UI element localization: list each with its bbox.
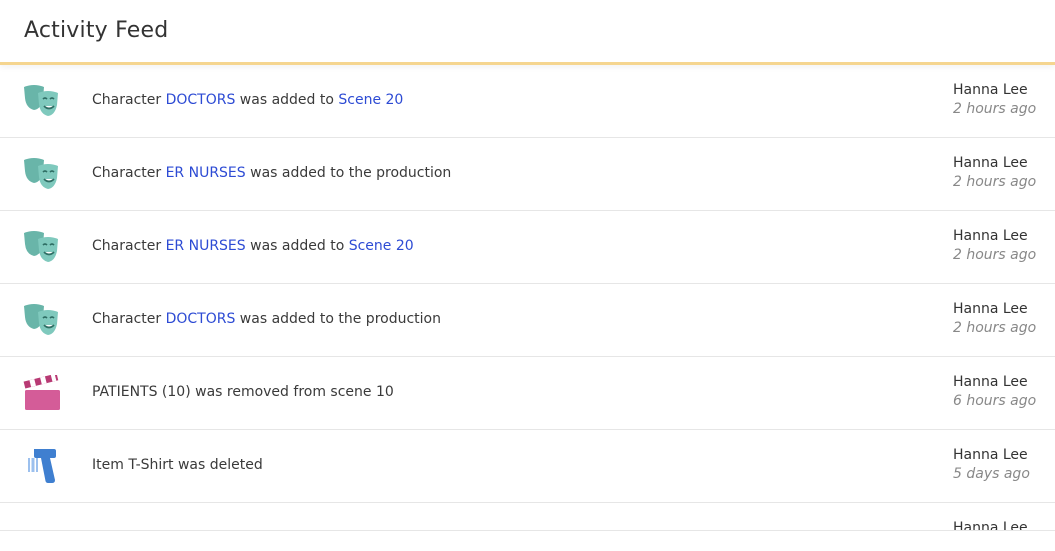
activity-timestamp: 2 hours ago xyxy=(953,101,1037,117)
activity-meta: Hanna Lee 2 hours ago xyxy=(953,155,1036,190)
activity-text: Character xyxy=(92,311,166,327)
activity-link[interactable]: Scene 20 xyxy=(349,238,414,254)
activity-link[interactable]: ER NURSES xyxy=(166,238,246,254)
activity-row: Character DOCTORS was added to Scene 20 H… xyxy=(0,65,1055,138)
activity-timestamp: 2 hours ago xyxy=(953,247,1037,263)
activity-text: Character xyxy=(92,92,166,108)
activity-timestamp: 6 hours ago xyxy=(953,393,1037,409)
activity-meta: Hanna Lee 5 days ago xyxy=(953,447,1030,482)
activity-text: PATIENTS (10) was removed from scene 10 xyxy=(92,384,394,400)
activity-text: was added to xyxy=(245,238,349,254)
activity-link[interactable]: DOCTORS xyxy=(166,92,236,108)
activity-message: Character ER NURSES was added to Scene 2… xyxy=(92,238,414,254)
activity-row: PATIENTS (10) was removed from scene 10 H… xyxy=(0,357,1055,430)
activity-row: Item T-Shirt was deleted Hanna Lee 5 days … xyxy=(0,430,1055,503)
activity-row: Character ER NURSES was added to the pro… xyxy=(0,138,1055,211)
theater-masks-icon xyxy=(22,83,62,119)
activity-text: was added to the production xyxy=(235,311,441,327)
activity-row: Hanna Lee xyxy=(0,503,1055,530)
page-title: Activity Feed xyxy=(24,18,169,43)
theater-masks-icon xyxy=(22,156,62,192)
activity-message: Character ER NURSES was added to the pro… xyxy=(92,165,451,181)
theater-masks-icon xyxy=(22,229,62,265)
activity-text: was added to the production xyxy=(245,165,452,181)
activity-message: Character DOCTORS was added to Scene 20 xyxy=(92,92,403,108)
activity-user: Hanna Lee xyxy=(953,520,1028,530)
activity-timestamp: 2 hours ago xyxy=(953,174,1037,190)
activity-user: Hanna Lee xyxy=(953,82,1028,98)
bottom-edge xyxy=(0,530,1055,551)
theater-masks-icon xyxy=(22,302,62,338)
activity-user: Hanna Lee xyxy=(953,228,1028,244)
activity-meta: Hanna Lee 6 hours ago xyxy=(953,374,1036,409)
activity-feed-header: Activity Feed xyxy=(0,0,1055,65)
activity-row: Character DOCTORS was added to the produ… xyxy=(0,284,1055,357)
activity-link[interactable]: DOCTORS xyxy=(166,311,236,327)
activity-user: Hanna Lee xyxy=(953,447,1028,463)
activity-user: Hanna Lee xyxy=(953,301,1028,317)
activity-meta: Hanna Lee 2 hours ago xyxy=(953,82,1036,117)
activity-message: Character DOCTORS was added to the produ… xyxy=(92,311,441,327)
clapperboard-icon xyxy=(22,373,62,411)
activity-meta: Hanna Lee 2 hours ago xyxy=(953,301,1036,336)
activity-link[interactable]: Scene 20 xyxy=(338,92,403,108)
activity-link[interactable]: ER NURSES xyxy=(166,165,246,181)
activity-meta: Hanna Lee 2 hours ago xyxy=(953,228,1036,263)
activity-feed-list: Character DOCTORS was added to Scene 20 H… xyxy=(0,65,1055,530)
activity-timestamp: 2 hours ago xyxy=(953,320,1037,336)
activity-text: Item T-Shirt was deleted xyxy=(92,457,263,473)
activity-message: Item T-Shirt was deleted xyxy=(92,457,263,473)
activity-timestamp: 5 days ago xyxy=(953,466,1030,482)
activity-user: Hanna Lee xyxy=(953,374,1028,390)
activity-user: Hanna Lee xyxy=(953,155,1028,171)
activity-text: was added to xyxy=(235,92,339,108)
activity-message: PATIENTS (10) was removed from scene 10 xyxy=(92,384,394,400)
activity-text: Character xyxy=(92,238,166,254)
activity-meta: Hanna Lee xyxy=(953,520,1028,530)
activity-text: Character xyxy=(92,165,166,181)
activity-row: Character ER NURSES was added to Scene 2… xyxy=(0,211,1055,284)
purple-item-icon xyxy=(22,521,62,530)
barcode-scanner-icon xyxy=(22,448,62,484)
